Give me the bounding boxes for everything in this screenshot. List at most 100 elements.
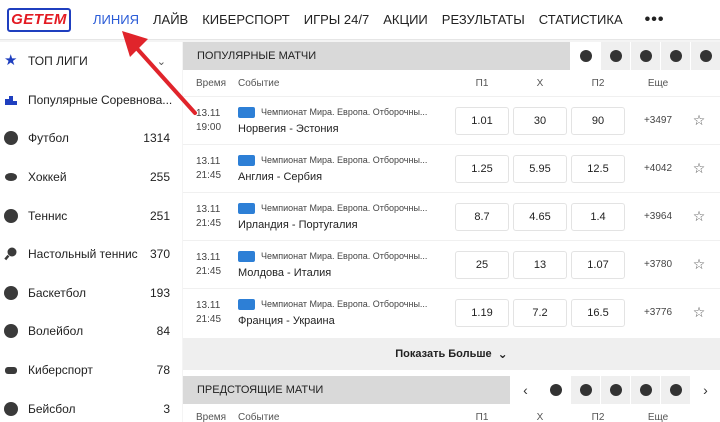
sidebar-item-table-tennis[interactable]: Настольный теннис 370 — [0, 235, 182, 274]
sidebar-item-basketball[interactable]: Баскетбол 193 — [0, 274, 182, 313]
match-teams[interactable]: Ирландия - Португалия — [238, 219, 453, 231]
tab-football[interactable] — [540, 376, 570, 404]
sidebar-item-top-leagues[interactable]: ★ ТОП ЛИГИ ⌄ — [0, 42, 182, 81]
sidebar-item-count: 370 — [149, 247, 170, 262]
favorite-star-icon[interactable]: ☆ — [687, 112, 711, 129]
nav-item-promotions[interactable]: АКЦИИ — [383, 12, 428, 27]
odd-p2-button[interactable]: 12.5 — [571, 154, 625, 183]
odd-p2-button[interactable]: 1.4 — [571, 202, 625, 231]
league-name: Чемпионат Мира. Европа. Отборочны... — [261, 155, 428, 165]
away-team: Сербия — [283, 170, 323, 183]
tab-table-tennis[interactable] — [630, 376, 660, 404]
match-teams[interactable]: Англия - Сербия — [238, 171, 453, 183]
odd-x-button[interactable]: 4.65 — [513, 202, 567, 231]
league-name: Чемпионат Мира. Европа. Отборочны... — [261, 203, 428, 213]
sidebar-item-football[interactable]: Футбол 1314 — [0, 119, 182, 158]
hockey-puck-icon — [609, 50, 622, 62]
sidebar-item-popular-competitions[interactable]: Популярные Соревнова... — [0, 81, 182, 120]
favorite-star-icon[interactable]: ☆ — [687, 160, 711, 177]
odd-p1-button[interactable]: 1.01 — [455, 106, 509, 135]
league-flag-icon — [238, 106, 255, 118]
odd-p2-button[interactable]: 16.5 — [571, 298, 625, 327]
column-p2: П2 — [591, 411, 605, 422]
tab-tennis[interactable] — [600, 376, 630, 404]
odd-p1-button[interactable]: 8.7 — [455, 202, 509, 231]
match-datetime: 13.11 21:45 — [183, 299, 238, 327]
tab-volleyball[interactable] — [690, 42, 720, 70]
tab-tennis[interactable] — [630, 42, 660, 70]
sidebar-item-esports[interactable]: Киберспорт 78 — [0, 351, 182, 390]
tab-hockey[interactable] — [570, 376, 600, 404]
odd-x-button[interactable]: 13 — [513, 250, 567, 279]
odd-p2-button[interactable]: 1.07 — [571, 250, 625, 279]
football-icon — [549, 384, 562, 396]
nav-item-liniya[interactable]: ЛИНИЯ — [93, 12, 139, 27]
show-more-button[interactable]: Показать Больше ⌄ — [183, 338, 720, 370]
away-team: Эстония — [295, 122, 339, 135]
sport-filter-tabs: ‹ › — [510, 376, 720, 404]
table-row[interactable]: 13.11 21:45 Чемпионат Мира. Европа. Отбор… — [183, 240, 720, 288]
match-datetime: 13.11 19:00 — [183, 107, 238, 135]
home-team: Ирландия — [238, 218, 289, 231]
nav-item-live[interactable]: ЛАЙВ — [153, 12, 188, 27]
scroll-right-icon[interactable]: › — [690, 376, 720, 404]
nav-item-games-24-7[interactable]: ИГРЫ 24/7 — [304, 12, 369, 27]
tab-football[interactable] — [570, 42, 600, 70]
favorite-star-icon[interactable]: ☆ — [687, 304, 711, 321]
odd-x-button[interactable]: 30 — [513, 106, 567, 135]
favorite-star-icon[interactable]: ☆ — [687, 208, 711, 225]
football-icon — [4, 131, 18, 146]
tab-hockey[interactable] — [600, 42, 630, 70]
nav-more-icon[interactable]: ••• — [645, 11, 665, 29]
match-datetime: 13.11 21:45 — [183, 155, 238, 183]
column-x: Х — [536, 411, 544, 422]
match-event: Чемпионат Мира. Европа. Отборочны... Мол… — [238, 250, 453, 279]
odd-x-button[interactable]: 7.2 — [513, 298, 567, 327]
more-markets-link[interactable]: +3964 — [629, 211, 687, 222]
tab-basketball[interactable] — [660, 42, 690, 70]
nav-item-results[interactable]: РЕЗУЛЬТАТЫ — [442, 12, 525, 27]
nav-item-statistics[interactable]: СТАТИСТИКА — [539, 12, 623, 27]
table-row[interactable]: 13.11 21:45 Чемпионат Мира. Европа. Отбор… — [183, 288, 720, 336]
column-time: Время — [196, 77, 227, 89]
match-teams[interactable]: Норвегия - Эстония — [238, 123, 453, 135]
table-row[interactable]: 13.11 21:45 Чемпионат Мира. Европа. Отбор… — [183, 144, 720, 192]
match-teams[interactable]: Франция - Украина — [238, 315, 453, 327]
sidebar-item-hockey[interactable]: Хоккей 255 — [0, 158, 182, 197]
table-row[interactable]: 13.11 21:45 Чемпионат Мира. Европа. Отбор… — [183, 192, 720, 240]
more-markets-link[interactable]: +3497 — [629, 115, 687, 126]
match-teams[interactable]: Молдова - Италия — [238, 267, 453, 279]
nav-item-esports[interactable]: КИБЕРСПОРТ — [202, 12, 290, 27]
sidebar-item-label: Теннис — [28, 208, 68, 223]
chevron-down-icon[interactable]: ⌄ — [157, 55, 166, 68]
odd-p1-button[interactable]: 1.19 — [455, 298, 509, 327]
favorite-star-icon[interactable]: ☆ — [687, 256, 711, 273]
more-markets-link[interactable]: +3776 — [629, 307, 687, 318]
brand-logo[interactable]: GETEM — [7, 7, 71, 32]
odd-p2-button[interactable]: 90 — [571, 106, 625, 135]
tennis-ball-icon — [609, 384, 622, 396]
sidebar-item-volleyball[interactable]: Волейбол 84 — [0, 312, 182, 351]
odd-p1-button[interactable]: 25 — [455, 250, 509, 279]
odd-x-button[interactable]: 5.95 — [513, 154, 567, 183]
league-name: Чемпионат Мира. Европа. Отборочны... — [261, 251, 428, 261]
column-more: Еще — [647, 77, 669, 89]
column-event: Событие — [238, 77, 280, 89]
sidebar-item-count: 3 — [163, 401, 170, 416]
section-title: ПОПУЛЯРНЫЕ МАТЧИ — [197, 50, 317, 62]
basketball-icon — [4, 285, 18, 300]
scroll-left-icon[interactable]: ‹ — [510, 376, 540, 404]
tab-basketball[interactable] — [660, 376, 690, 404]
more-markets-link[interactable]: +4042 — [629, 163, 687, 174]
match-date: 13.11 — [196, 107, 221, 119]
table-row[interactable]: 13.11 19:00 Чемпионат Мира. Европа. Отбор… — [183, 96, 720, 144]
sidebar-item-baseball[interactable]: Бейсбол 3 — [0, 389, 182, 422]
more-markets-link[interactable]: +3780 — [629, 259, 687, 270]
odd-p1-button[interactable]: 1.25 — [455, 154, 509, 183]
section-title: ПРЕДСТОЯЩИЕ МАТЧИ — [197, 384, 324, 396]
home-team: Англия — [238, 170, 274, 183]
sidebar-item-tennis[interactable]: Теннис 251 — [0, 196, 182, 235]
basketball-icon — [669, 50, 682, 62]
popular-matches-header: ПОПУЛЯРНЫЕ МАТЧИ — [183, 42, 720, 70]
league-flag-icon — [238, 298, 255, 310]
